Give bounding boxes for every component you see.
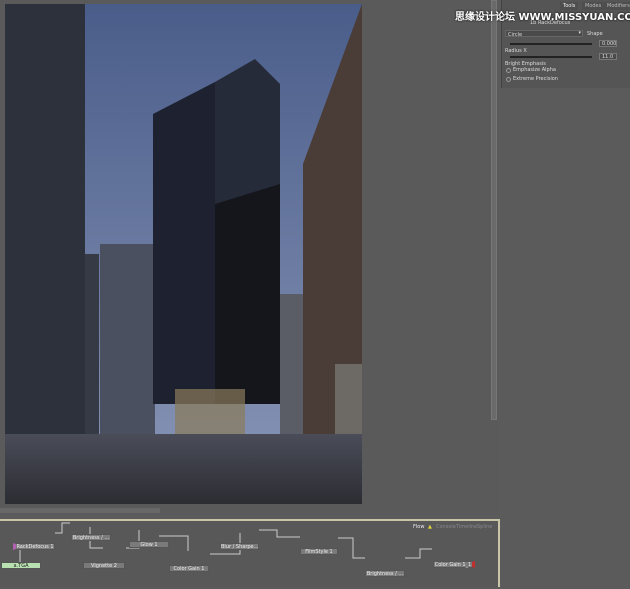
node-connections	[0, 521, 500, 589]
node-color-gain[interactable]: Color Gain 1	[169, 565, 209, 572]
slider-1[interactable]	[510, 43, 592, 45]
horizontal-scrollbar[interactable]	[0, 508, 160, 513]
image-viewer	[0, 0, 498, 515]
value-field-1[interactable]: 0.000	[599, 40, 617, 47]
radius-label: Radius X	[505, 48, 527, 54]
shape-dropdown[interactable]: Circle ▾	[505, 30, 583, 37]
watermark: 思缘设计论坛 WWW.MISSYUAN.COM	[455, 8, 630, 23]
emphasize-alpha-radio[interactable]	[506, 68, 511, 73]
node-blur-sharpen[interactable]: Blur / Sharpe...	[220, 543, 259, 550]
shape-label: Shape	[587, 31, 603, 37]
chevron-down-icon: ▾	[578, 30, 581, 36]
node-brightness[interactable]: Brightness / ...	[71, 534, 111, 541]
node-rackdefocus[interactable]: RackDefocus 1	[13, 543, 55, 550]
node-color-gain-1-1[interactable]: Color Gain 1_1	[433, 561, 475, 568]
radius-slider[interactable]	[510, 56, 592, 58]
emphasize-alpha-label: Emphasize Alpha	[513, 67, 556, 73]
node-loader[interactable]: a.TGA	[1, 562, 41, 569]
node-glow[interactable]: Glow 1	[129, 541, 169, 548]
vertical-scrollbar[interactable]	[491, 0, 497, 420]
node-filmstyle[interactable]: FilmStyle 1	[300, 548, 338, 555]
radius-field[interactable]: 11.0	[599, 53, 617, 60]
extreme-precision-radio[interactable]	[506, 77, 511, 82]
flow-panel: Flow ▲ Console Timeline Spline RackDefoc…	[0, 519, 500, 587]
node-brightness-2[interactable]: Brightness / ...	[365, 570, 405, 577]
shape-value: Circle	[506, 32, 522, 38]
extreme-precision-label: Extreme Precision	[513, 76, 558, 82]
node-vignette[interactable]: Vignette 2	[83, 562, 125, 569]
rendered-image	[5, 4, 362, 504]
